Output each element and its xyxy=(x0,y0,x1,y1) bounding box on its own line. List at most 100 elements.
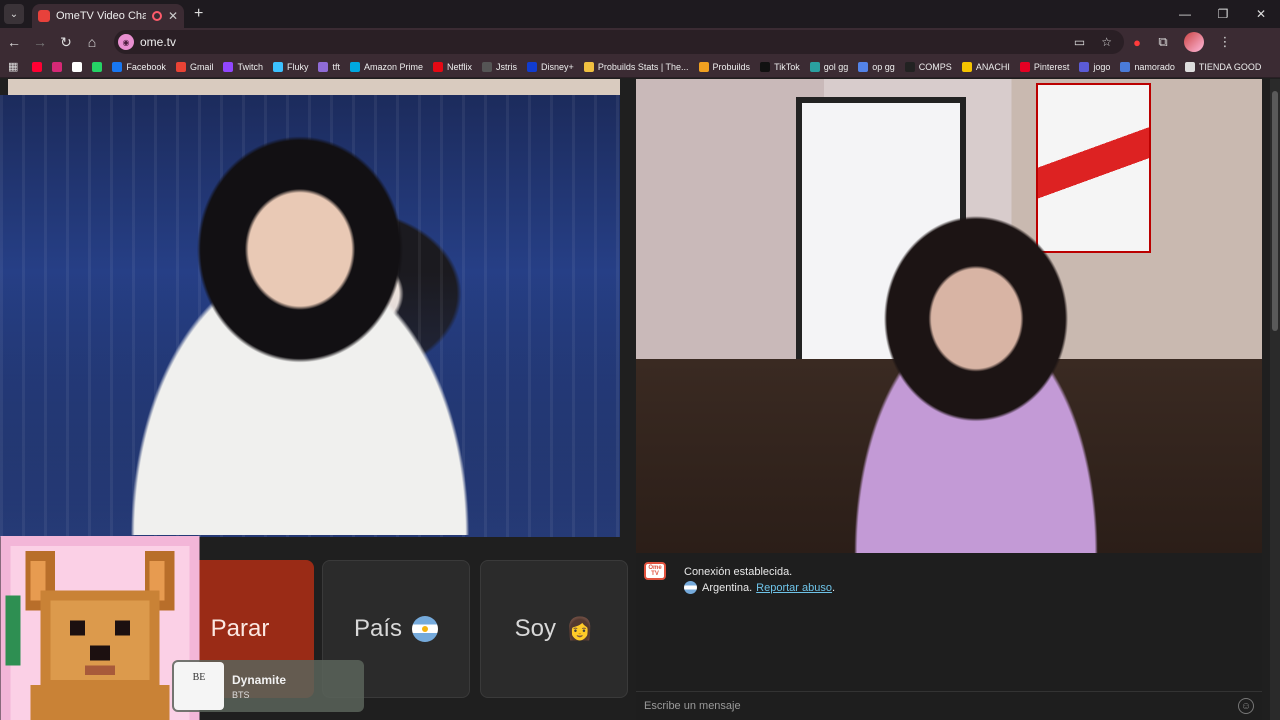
bookmark-item[interactable]: Probuilds Stats | The... xyxy=(583,61,689,72)
bookmark-item[interactable]: Amazon Prime xyxy=(350,61,424,72)
bookmark-favicon-icon xyxy=(272,61,283,72)
extension-icon[interactable]: ● xyxy=(1124,30,1150,54)
ometv-page: Parar País Soy 👩 BE Dynamite BTS Ome TV … xyxy=(0,79,1270,720)
bookmark-favicon-icon xyxy=(433,61,444,72)
gender-button[interactable]: Soy 👩 xyxy=(480,560,628,698)
bookmark-item[interactable]: jogo xyxy=(1079,61,1111,72)
argentina-flag-icon xyxy=(684,581,697,594)
bookmark-item[interactable]: Fluky xyxy=(272,61,309,72)
song-title: Dynamite xyxy=(232,672,287,687)
bookmark-favicon-icon xyxy=(961,61,972,72)
bookmark-label: Fluky xyxy=(286,61,309,72)
cast-icon[interactable]: ▭ xyxy=(1074,35,1085,49)
bookmark-item[interactable]: Pinterest xyxy=(1019,61,1070,72)
bookmark-label: Probuilds Stats | The... xyxy=(597,61,689,72)
country-label: País xyxy=(353,615,403,642)
tab-search-icon[interactable]: ⌄ xyxy=(4,4,24,24)
bookmark-item[interactable]: Disney+ xyxy=(527,61,574,72)
bookmark-favicon-icon xyxy=(760,61,771,72)
report-suffix: . xyxy=(831,581,836,594)
bookmark-item[interactable]: gol gg xyxy=(809,61,848,72)
bookmark-label: Disney+ xyxy=(541,61,574,72)
tab-ometv[interactable]: OmeTV Video Chat — Ome ✕ xyxy=(32,4,184,28)
menu-dots-icon[interactable]: ⋮ xyxy=(1212,30,1238,54)
tab-close-icon[interactable]: ✕ xyxy=(168,9,178,23)
bookmark-item[interactable]: tft xyxy=(318,61,340,72)
bookmark-item[interactable]: Twitch xyxy=(223,61,263,72)
bookmark-star-icon[interactable]: ☆ xyxy=(1101,35,1112,49)
url-text: ome.tv xyxy=(140,35,177,49)
forward-button[interactable]: → xyxy=(28,30,52,54)
bookmark-label: COMPS xyxy=(918,61,952,72)
gender-label: Soy xyxy=(514,615,556,642)
stop-label: Parar xyxy=(210,615,270,642)
bookmark-label: Jstris xyxy=(496,61,518,72)
bookmark-label: Pinterest xyxy=(1033,61,1070,72)
home-button[interactable]: ⌂ xyxy=(80,30,104,54)
browser-toolbar: ← → ↻ ⌂ ◉ ome.tv ▭ ☆ ● ⧉ ⋮ xyxy=(0,28,1280,56)
partner-country-line: Argentina. Reportar abuso . xyxy=(684,581,835,594)
bookmark-favicon-icon xyxy=(858,61,869,72)
bookmark-label: Twitch xyxy=(237,61,263,72)
chat-input-row: ☺ xyxy=(636,691,1262,720)
album-cover-text: BE xyxy=(192,672,206,683)
message-input[interactable] xyxy=(644,700,1238,712)
bookmark-label: Gmail xyxy=(189,61,214,72)
tab-title: OmeTV Video Chat — Ome xyxy=(56,10,146,22)
recording-icon xyxy=(151,11,162,21)
minimize-button[interactable]: — xyxy=(1166,0,1204,28)
bookmark-item[interactable]: Netflix xyxy=(433,61,472,72)
bookmark-item[interactable]: Probuilds xyxy=(698,61,750,72)
now-playing-widget[interactable]: BE Dynamite BTS xyxy=(172,660,364,712)
pixel-dog-sticker xyxy=(0,536,200,720)
scrollbar-thumb[interactable] xyxy=(1272,91,1278,331)
bookmark-item[interactable]: COMPS xyxy=(904,61,952,72)
back-button[interactable]: ← xyxy=(2,30,26,54)
apps-grid-icon[interactable]: ▦ xyxy=(8,60,18,73)
chat-panel: Ome TV Conexión establecida. Argentina. … xyxy=(636,553,1262,720)
bookmark-item[interactable] xyxy=(72,61,86,72)
bookmark-item[interactable]: namorado xyxy=(1120,61,1175,72)
argentina-flag-icon xyxy=(412,616,439,642)
video-partner-person xyxy=(766,149,1186,553)
bookmark-favicon-icon xyxy=(350,61,360,72)
bookmark-item[interactable]: Gmail xyxy=(175,61,214,72)
video-person xyxy=(40,115,560,535)
maximize-button[interactable]: ❐ xyxy=(1204,0,1242,28)
partner-country: Argentina. xyxy=(702,581,753,594)
bookmark-label: jogo xyxy=(1093,61,1111,72)
reload-button[interactable]: ↻ xyxy=(54,30,78,54)
bookmark-item[interactable]: TIENDA GOOD xyxy=(1184,61,1261,72)
site-info-icon[interactable]: ◉ xyxy=(118,34,134,50)
bookmark-item[interactable]: Jstris xyxy=(482,61,518,72)
bookmark-item[interactable]: Facebook xyxy=(112,61,166,72)
bookmark-favicon-icon xyxy=(698,61,709,72)
report-abuse-link[interactable]: Reportar abuso xyxy=(756,582,832,594)
bookmark-favicon-icon xyxy=(482,61,493,72)
bookmark-item[interactable]: op gg xyxy=(858,61,895,72)
extensions-puzzle-icon[interactable]: ⧉ xyxy=(1150,30,1176,54)
tab-bar: ⌄ OmeTV Video Chat — Ome ✕ + — ❐ ✕ xyxy=(0,0,1280,28)
close-window-button[interactable]: ✕ xyxy=(1242,0,1280,28)
address-bar[interactable]: ◉ ome.tv ▭ ☆ xyxy=(114,30,1124,54)
bookmark-favicon-icon xyxy=(583,61,594,72)
partner-video-feed xyxy=(636,79,1262,553)
page-scrollbar[interactable] xyxy=(1270,79,1280,720)
bookmark-item[interactable] xyxy=(92,61,106,72)
bookmark-item[interactable]: ANACHI xyxy=(961,61,1010,72)
emoji-smile-icon[interactable]: ☺ xyxy=(1238,698,1254,714)
bookmark-label: Amazon Prime xyxy=(364,61,424,72)
artist-name: BTS xyxy=(232,689,250,700)
new-tab-button[interactable]: + xyxy=(194,5,203,23)
left-video-top-strip xyxy=(8,79,620,95)
bookmark-item[interactable] xyxy=(32,61,46,72)
bookmark-label: TikTok xyxy=(774,61,800,72)
bookmark-favicon-icon xyxy=(904,61,915,72)
bookmark-favicon-icon xyxy=(1019,61,1030,72)
bookmark-favicon-icon xyxy=(318,61,329,72)
bookmark-favicon-icon xyxy=(1079,61,1090,72)
bookmark-item[interactable] xyxy=(52,61,66,72)
connection-status: Conexión establecida. xyxy=(684,566,793,578)
profile-avatar[interactable] xyxy=(1184,32,1204,52)
bookmark-item[interactable]: TikTok xyxy=(760,61,800,72)
